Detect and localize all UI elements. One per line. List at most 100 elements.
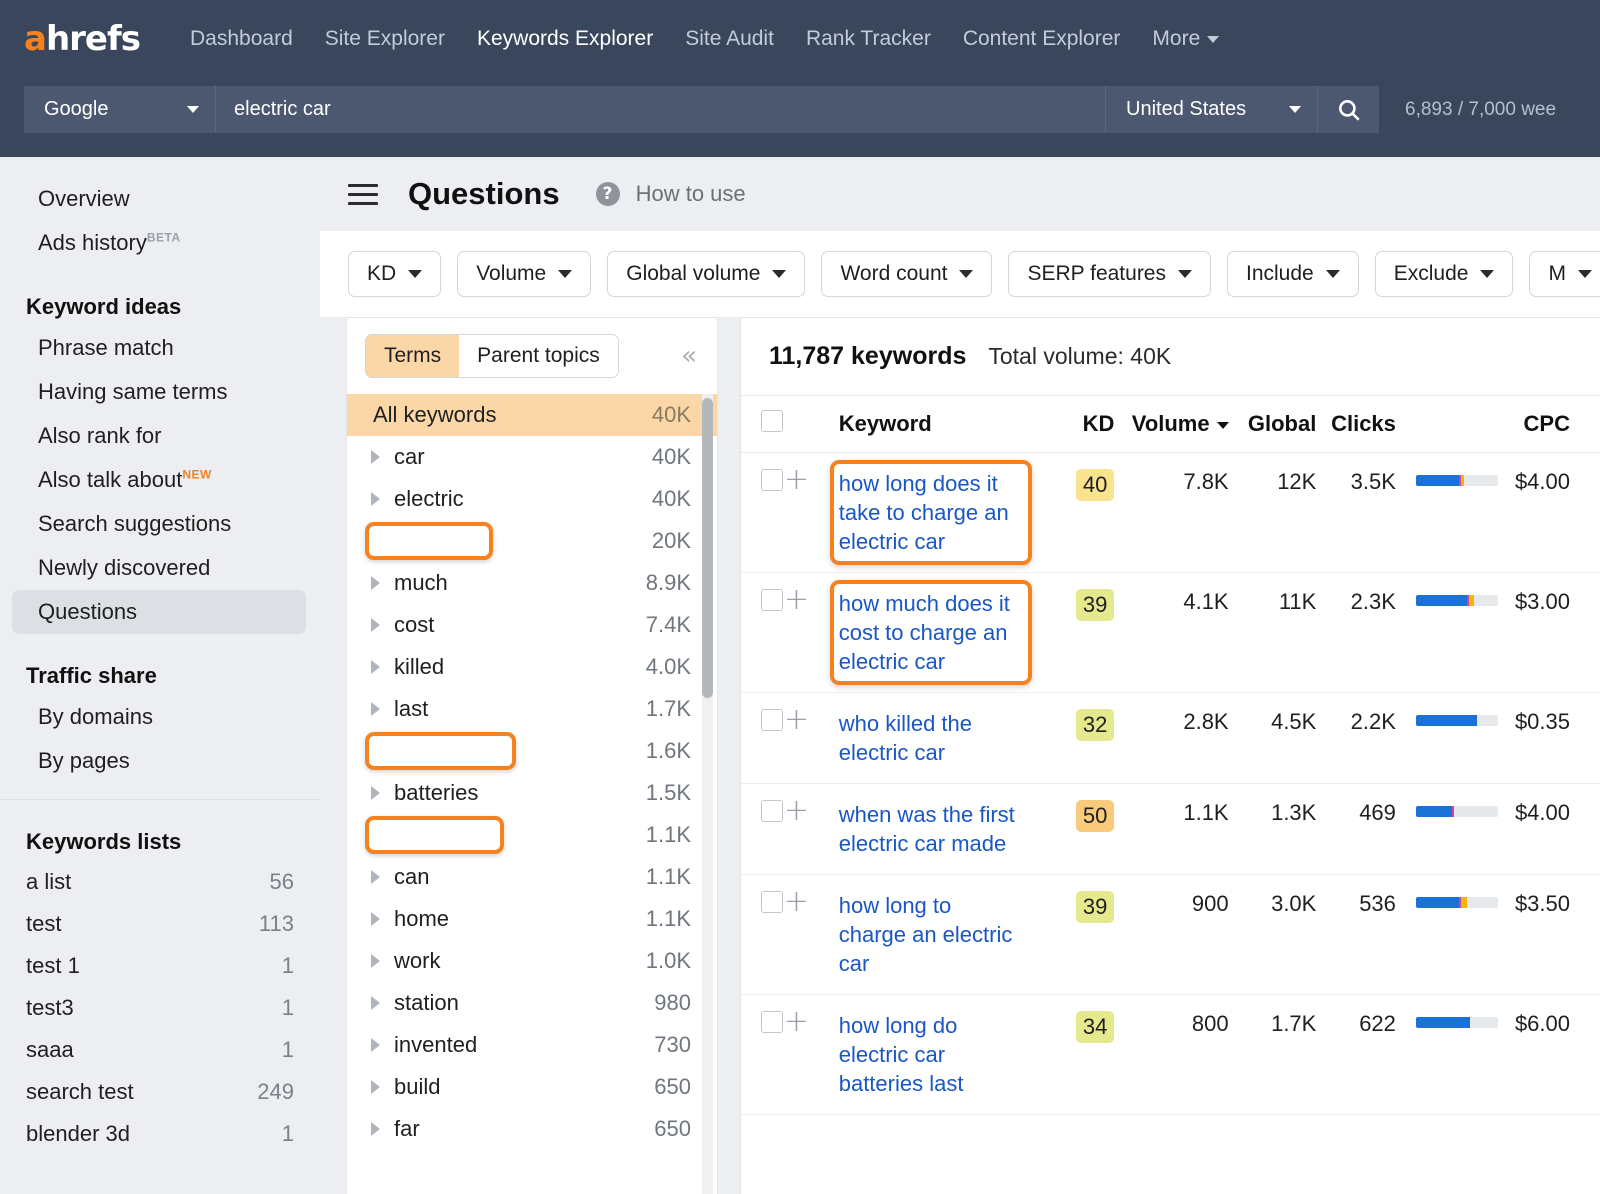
keyword-link[interactable]: who killed the electric car <box>839 709 1023 767</box>
keyword-link[interactable]: when was the first electric car made <box>839 800 1023 858</box>
sidebar-item-by-pages[interactable]: By pages <box>12 739 306 783</box>
row-checkbox[interactable] <box>761 800 783 822</box>
ahrefs-logo[interactable]: ahrefs <box>24 19 140 59</box>
sidebar-item-by-domains[interactable]: By domains <box>12 695 306 739</box>
expand-triangle-icon[interactable] <box>371 534 380 548</box>
keyword-link[interactable]: how long do electric car batteries last <box>839 1011 1023 1098</box>
how-to-use-link[interactable]: How to use <box>636 181 746 207</box>
row-checkbox[interactable] <box>761 709 783 731</box>
term-row[interactable]: car40K <box>347 436 717 478</box>
search-button[interactable] <box>1317 86 1379 133</box>
sidebar-item-having-same-terms[interactable]: Having same terms <box>12 370 306 414</box>
expand-triangle-icon[interactable] <box>371 954 380 968</box>
nav-link-content-explorer[interactable]: Content Explorer <box>947 27 1137 51</box>
plus-icon[interactable]: + <box>784 462 809 497</box>
filter-button-m[interactable]: M <box>1529 251 1600 297</box>
term-row[interactable]: charging1.6K <box>347 730 717 772</box>
expand-triangle-icon[interactable] <box>371 786 380 800</box>
plus-icon[interactable]: + <box>784 582 809 617</box>
expand-triangle-icon[interactable] <box>371 576 380 590</box>
column-header-kd[interactable]: KD <box>1039 396 1114 453</box>
expand-triangle-icon[interactable] <box>371 744 380 758</box>
expand-triangle-icon[interactable] <box>371 870 380 884</box>
question-mark-icon[interactable]: ? <box>596 182 620 206</box>
term-row[interactable]: station980 <box>347 982 717 1024</box>
keywords-list-item[interactable]: search test249 <box>0 1071 320 1113</box>
keyword-link[interactable]: how much does it cost to charge an elect… <box>839 589 1023 676</box>
expand-triangle-icon[interactable] <box>371 912 380 926</box>
nav-link-dashboard[interactable]: Dashboard <box>174 27 309 51</box>
sidebar-item-also-talk-about[interactable]: Also talk aboutNEW <box>12 458 306 502</box>
term-row[interactable]: last1.7K <box>347 688 717 730</box>
term-row[interactable]: build650 <box>347 1066 717 1108</box>
term-row[interactable]: far650 <box>347 1108 717 1150</box>
expand-triangle-icon[interactable] <box>371 1122 380 1136</box>
sidebar-item-overview[interactable]: Overview <box>12 177 306 221</box>
row-checkbox[interactable] <box>761 589 783 611</box>
nav-link-keywords-explorer[interactable]: Keywords Explorer <box>461 27 669 51</box>
nav-link-rank-tracker[interactable]: Rank Tracker <box>790 27 947 51</box>
search-engine-select[interactable]: Google <box>24 86 215 133</box>
column-header-keyword[interactable]: Keyword <box>829 396 1039 453</box>
column-header-global[interactable]: Global <box>1229 396 1317 453</box>
expand-triangle-icon[interactable] <box>371 1080 380 1094</box>
keywords-list-item[interactable]: a list56 <box>0 861 320 903</box>
term-row[interactable]: work1.0K <box>347 940 717 982</box>
sidebar-item-newly-discovered[interactable]: Newly discovered <box>12 546 306 590</box>
hamburger-icon[interactable] <box>348 178 378 211</box>
chevron-double-left-icon[interactable]: « <box>681 341 703 371</box>
keywords-list-item[interactable]: blender 3d1 <box>0 1113 320 1155</box>
plus-icon[interactable]: + <box>784 793 809 828</box>
row-checkbox[interactable] <box>761 891 783 913</box>
expand-triangle-icon[interactable] <box>371 996 380 1010</box>
term-row[interactable]: electric40K <box>347 478 717 520</box>
expand-triangle-icon[interactable] <box>371 702 380 716</box>
term-row[interactable]: cost7.4K <box>347 604 717 646</box>
plus-icon[interactable]: + <box>784 702 809 737</box>
sidebar-item-also-rank-for[interactable]: Also rank for <box>12 414 306 458</box>
keyword-link[interactable]: how long does it take to charge an elect… <box>839 469 1023 556</box>
filter-button-global-volume[interactable]: Global volume <box>607 251 805 297</box>
term-row-all-keywords[interactable]: All keywords40K <box>347 394 717 436</box>
column-header-cpc[interactable]: CPC <box>1504 396 1600 453</box>
term-row[interactable]: batteries1.5K <box>347 772 717 814</box>
term-row[interactable]: home1.1K <box>347 898 717 940</box>
term-row[interactable]: invented730 <box>347 1024 717 1066</box>
filter-button-word-count[interactable]: Word count <box>821 251 992 297</box>
column-header-clicks[interactable]: Clicks <box>1316 396 1396 453</box>
column-header-volume[interactable]: Volume <box>1114 396 1228 453</box>
expand-triangle-icon[interactable] <box>371 450 380 464</box>
term-row[interactable]: charge20K <box>347 520 717 562</box>
expand-triangle-icon[interactable] <box>371 660 380 674</box>
row-checkbox[interactable] <box>761 1011 783 1033</box>
term-row[interactable]: much8.9K <box>347 562 717 604</box>
sidebar-item-search-suggestions[interactable]: Search suggestions <box>12 502 306 546</box>
search-input[interactable] <box>215 86 1105 133</box>
terms-tab-terms[interactable]: Terms <box>366 335 459 377</box>
plus-icon[interactable]: + <box>784 1004 809 1039</box>
filter-button-include[interactable]: Include <box>1227 251 1359 297</box>
keywords-list-item[interactable]: test31 <box>0 987 320 1029</box>
row-checkbox[interactable] <box>761 469 783 491</box>
keyword-link[interactable]: how long to charge an electric car <box>839 891 1023 978</box>
sidebar-item-ads-history[interactable]: Ads historyBETA <box>12 221 306 265</box>
term-row[interactable]: killed4.0K <box>347 646 717 688</box>
sidebar-item-phrase-match[interactable]: Phrase match <box>12 326 306 370</box>
country-select[interactable]: United States <box>1105 86 1317 133</box>
plus-icon[interactable]: + <box>784 884 809 919</box>
expand-triangle-icon[interactable] <box>371 492 380 506</box>
expand-triangle-icon[interactable] <box>371 828 380 842</box>
keywords-list-item[interactable]: test113 <box>0 903 320 945</box>
column-header-bar[interactable] <box>1396 396 1504 453</box>
filter-button-kd[interactable]: KD <box>348 251 441 297</box>
keywords-list-item[interactable]: saaa1 <box>0 1029 320 1071</box>
filter-button-exclude[interactable]: Exclude <box>1375 251 1514 297</box>
nav-link-site-audit[interactable]: Site Audit <box>669 27 790 51</box>
filter-button-volume[interactable]: Volume <box>457 251 591 297</box>
nav-link-more[interactable]: More <box>1136 27 1235 51</box>
term-row[interactable]: battery1.1K <box>347 814 717 856</box>
expand-triangle-icon[interactable] <box>371 1038 380 1052</box>
select-all-checkbox[interactable] <box>761 410 783 432</box>
terms-tab-parent-topics[interactable]: Parent topics <box>459 335 618 377</box>
keywords-list-item[interactable]: test 11 <box>0 945 320 987</box>
